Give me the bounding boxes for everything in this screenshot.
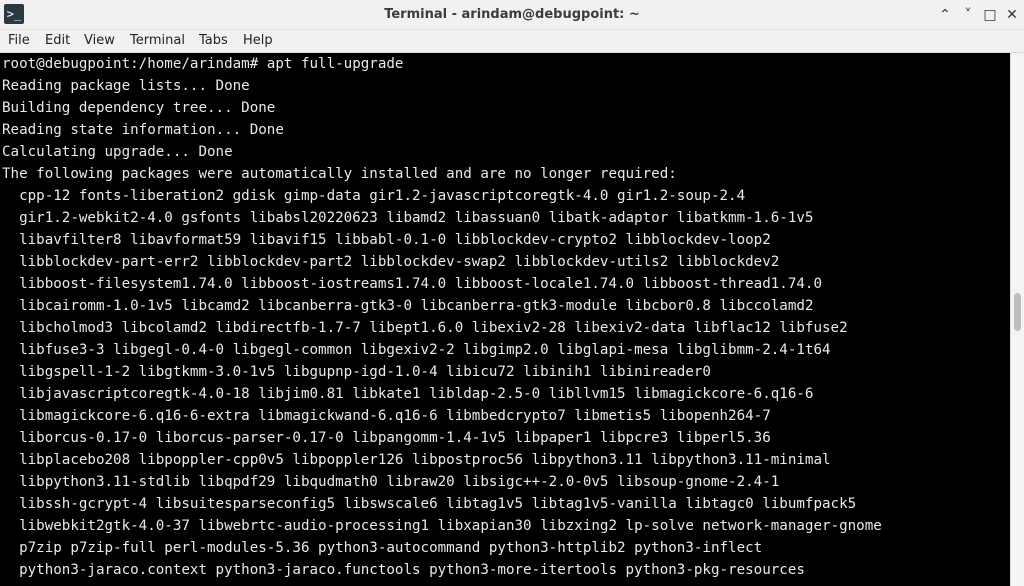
terminal-line: libjavascriptcoregtk-4.0-18 libjim0.81 l…: [2, 386, 814, 402]
terminal-line: p7zip p7zip-full perl-modules-5.36 pytho…: [2, 540, 763, 556]
terminal-line: Reading package lists... Done: [2, 78, 250, 94]
menu-terminal[interactable]: Terminal: [130, 30, 185, 52]
menu-view[interactable]: View: [84, 30, 115, 52]
terminal-line: The following packages were automaticall…: [2, 166, 677, 182]
terminal-line: libfuse3-3 libgegl-0.4-0 libgegl-common …: [2, 342, 831, 358]
terminal-line: python3-jaraco.context python3-jaraco.fu…: [2, 562, 805, 578]
maximize-icon[interactable]: □: [980, 5, 1000, 25]
vertical-scrollbar[interactable]: [1010, 53, 1024, 586]
terminal-line: libgspell-1-2 libgtkmm-3.0-1v5 libgupnp-…: [2, 364, 711, 380]
terminal-window: >_ Terminal - arindam@debugpoint: ~ ⌃ ˅ …: [0, 0, 1024, 586]
terminal-line: libavfilter8 libavformat59 libavif15 lib…: [2, 232, 771, 248]
terminal-line: Building dependency tree... Done: [2, 100, 276, 116]
terminal-line: libssh-gcrypt-4 libsuitesparseconfig5 li…: [2, 496, 857, 512]
terminal-line: libblockdev-part-err2 libblockdev-part2 …: [2, 254, 780, 270]
terminal-line: Reading state information... Done: [2, 122, 284, 138]
window-title: Terminal - arindam@debugpoint: ~: [384, 7, 640, 22]
terminal-line: gir1.2-webkit2-4.0 gsfonts libabsl202206…: [2, 210, 814, 226]
menu-file[interactable]: File: [8, 30, 30, 52]
menu-help[interactable]: Help: [243, 30, 273, 52]
restore-icon[interactable]: ˅: [958, 5, 978, 25]
terminal-line: root@debugpoint:/home/arindam# apt full-…: [2, 56, 404, 72]
menu-bar: File Edit View Terminal Tabs Help: [0, 30, 1024, 53]
terminal-line: libplacebo208 libpoppler-cpp0v5 libpoppl…: [2, 452, 831, 468]
terminal-line: libmagickcore-6.q16-6-extra libmagickwan…: [2, 408, 771, 424]
terminal-line: libcairomm-1.0-1v5 libcamd2 libcanberra-…: [2, 298, 814, 314]
close-icon[interactable]: ✕: [1002, 5, 1022, 25]
terminal-line: libboost-filesystem1.74.0 libboost-iostr…: [2, 276, 822, 292]
terminal-line: Calculating upgrade... Done: [2, 144, 233, 160]
terminal-line: cpp-12 fonts-liberation2 gdisk gimp-data…: [2, 188, 746, 204]
terminal-line: liborcus-0.17-0 liborcus-parser-0.17-0 l…: [2, 430, 771, 446]
terminal-output[interactable]: root@debugpoint:/home/arindam# apt full-…: [0, 53, 1010, 586]
menu-edit[interactable]: Edit: [45, 30, 70, 52]
terminal-line: libpython3.11-stdlib libqpdf29 libqudmat…: [2, 474, 780, 490]
terminal-line: libwebkit2gtk-4.0-37 libwebrtc-audio-pro…: [2, 518, 882, 534]
menu-tabs[interactable]: Tabs: [199, 30, 228, 52]
title-bar[interactable]: >_ Terminal - arindam@debugpoint: ~ ⌃ ˅ …: [0, 0, 1024, 30]
scrollbar-thumb[interactable]: [1014, 293, 1021, 331]
minimize-icon[interactable]: ⌃: [935, 5, 955, 25]
terminal-line: libcholmod3 libcolamd2 libdirectfb-1.7-7…: [2, 320, 848, 336]
